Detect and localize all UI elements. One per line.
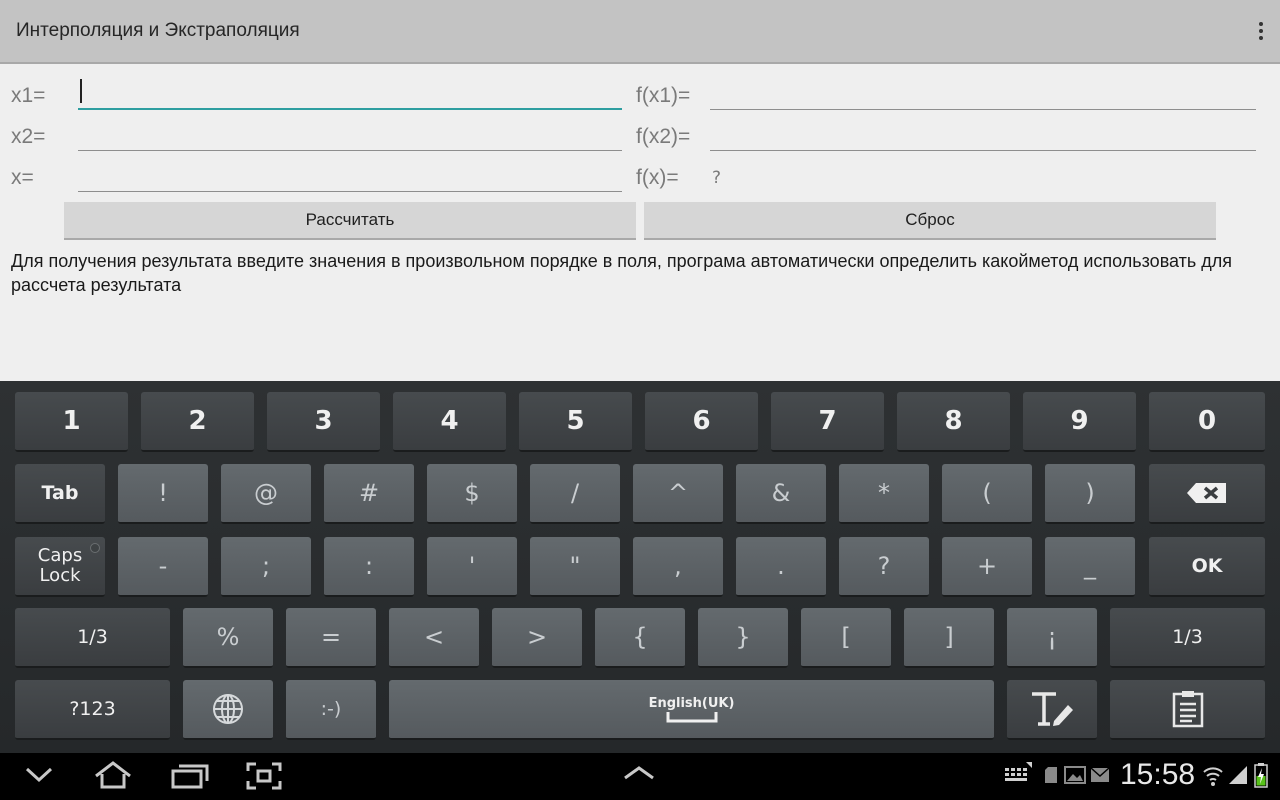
key-inverted-exclamation[interactable]: ¡ <box>1007 608 1097 668</box>
space-key[interactable]: English(UK) <box>389 680 994 740</box>
x-input[interactable] <box>78 162 622 192</box>
key-comma[interactable]: , <box>633 537 723 597</box>
signal-icon <box>1229 766 1247 784</box>
key-0[interactable]: 0 <box>1149 392 1265 452</box>
key-colon[interactable]: : <box>324 537 414 597</box>
page-right-key[interactable]: 1/3 <box>1110 608 1265 668</box>
key-question[interactable]: ? <box>839 537 929 597</box>
x2-input[interactable] <box>78 121 622 151</box>
fx-result: ? <box>712 168 722 188</box>
key-semicolon[interactable]: ; <box>221 537 311 597</box>
key-1[interactable]: 1 <box>15 392 128 452</box>
key-6[interactable]: 6 <box>645 392 758 452</box>
space-language-label: English(UK) <box>648 695 735 711</box>
key-left-brace[interactable]: { <box>595 608 685 668</box>
key-slash[interactable]: / <box>530 464 620 524</box>
text-pen-icon <box>1032 692 1073 726</box>
email-icon <box>1090 767 1110 782</box>
key-underscore[interactable]: _ <box>1045 537 1135 597</box>
key-hash[interactable]: # <box>324 464 414 524</box>
overflow-menu-icon[interactable] <box>1255 22 1267 42</box>
x-label: x= <box>11 166 34 189</box>
page-left-key[interactable]: 1/3 <box>15 608 170 668</box>
key-caret[interactable]: ^ <box>633 464 723 524</box>
language-key[interactable] <box>183 680 273 740</box>
hint-text: Для получения результата введите значени… <box>11 251 1233 295</box>
backspace-key[interactable] <box>1149 464 1265 524</box>
text-cursor <box>80 79 82 103</box>
fx2-label: f(x2)= <box>636 125 691 148</box>
handwriting-key[interactable] <box>1007 680 1097 740</box>
key-quote[interactable]: " <box>530 537 620 597</box>
backspace-icon <box>1187 483 1226 503</box>
soft-keyboard: 1 2 3 4 5 6 7 8 9 0 Tab ! @ # $ / ^ & * … <box>0 381 1280 753</box>
gallery-icon <box>1064 766 1086 784</box>
battery-charging-icon <box>1254 763 1268 788</box>
clipboard-icon <box>1172 691 1203 728</box>
wifi-icon <box>1203 767 1223 786</box>
key-dollar[interactable]: $ <box>427 464 517 524</box>
key-exclamation[interactable]: ! <box>118 464 208 524</box>
key-left-bracket[interactable]: [ <box>801 608 891 668</box>
status-clock: 15:58 <box>1120 758 1196 791</box>
key-5[interactable]: 5 <box>519 392 632 452</box>
hide-keyboard-icon[interactable] <box>24 765 54 785</box>
key-minus[interactable]: - <box>118 537 208 597</box>
sd-card-icon <box>1045 767 1057 783</box>
x1-label: x1= <box>11 84 46 107</box>
ok-key[interactable]: OK <box>1149 537 1265 597</box>
smiley-key[interactable]: :-) <box>286 680 376 740</box>
home-icon[interactable] <box>92 760 134 790</box>
key-plus[interactable]: + <box>942 537 1032 597</box>
x2-label: x2= <box>11 125 46 148</box>
symbol-mode-key[interactable]: ?123 <box>15 680 170 740</box>
quick-panel-up-icon[interactable] <box>622 765 656 781</box>
key-9[interactable]: 9 <box>1023 392 1136 452</box>
key-left-paren[interactable]: ( <box>942 464 1032 524</box>
key-period[interactable]: . <box>736 537 826 597</box>
key-at[interactable]: @ <box>221 464 311 524</box>
clipboard-key[interactable] <box>1110 680 1265 740</box>
screenshot-icon[interactable] <box>246 762 282 790</box>
tab-key[interactable]: Tab <box>15 464 105 524</box>
key-apostrophe[interactable]: ' <box>427 537 517 597</box>
fx1-input[interactable] <box>710 80 1256 110</box>
key-equals[interactable]: = <box>286 608 376 668</box>
fx-label: f(x)= <box>636 166 679 189</box>
caps-label-line1: Caps <box>37 545 83 566</box>
key-percent[interactable]: % <box>183 608 273 668</box>
app-title: Интерполяция и Экстраполяция <box>16 20 300 41</box>
caps-label-line2: Lock <box>39 565 81 586</box>
space-bar-icon <box>666 711 717 722</box>
x1-input[interactable] <box>78 80 622 110</box>
globe-icon <box>213 694 243 724</box>
reset-button[interactable]: Сброс <box>644 202 1216 240</box>
key-ampersand[interactable]: & <box>736 464 826 524</box>
fx1-label: f(x1)= <box>636 84 691 107</box>
caps-indicator <box>90 543 100 553</box>
fx2-input[interactable] <box>710 121 1256 151</box>
key-right-brace[interactable]: } <box>698 608 788 668</box>
key-7[interactable]: 7 <box>771 392 884 452</box>
key-right-paren[interactable]: ) <box>1045 464 1135 524</box>
key-asterisk[interactable]: * <box>839 464 929 524</box>
caps-lock-key[interactable]: Caps Lock <box>15 537 105 597</box>
calculate-button[interactable]: Рассчитать <box>64 202 636 240</box>
key-right-bracket[interactable]: ] <box>904 608 994 668</box>
key-4[interactable]: 4 <box>393 392 506 452</box>
key-less-than[interactable]: < <box>389 608 479 668</box>
recent-apps-icon[interactable] <box>170 762 210 790</box>
keyboard-notification-icon <box>1005 762 1032 781</box>
key-8[interactable]: 8 <box>897 392 1010 452</box>
key-greater-than[interactable]: > <box>492 608 582 668</box>
key-3[interactable]: 3 <box>267 392 380 452</box>
key-2[interactable]: 2 <box>141 392 254 452</box>
